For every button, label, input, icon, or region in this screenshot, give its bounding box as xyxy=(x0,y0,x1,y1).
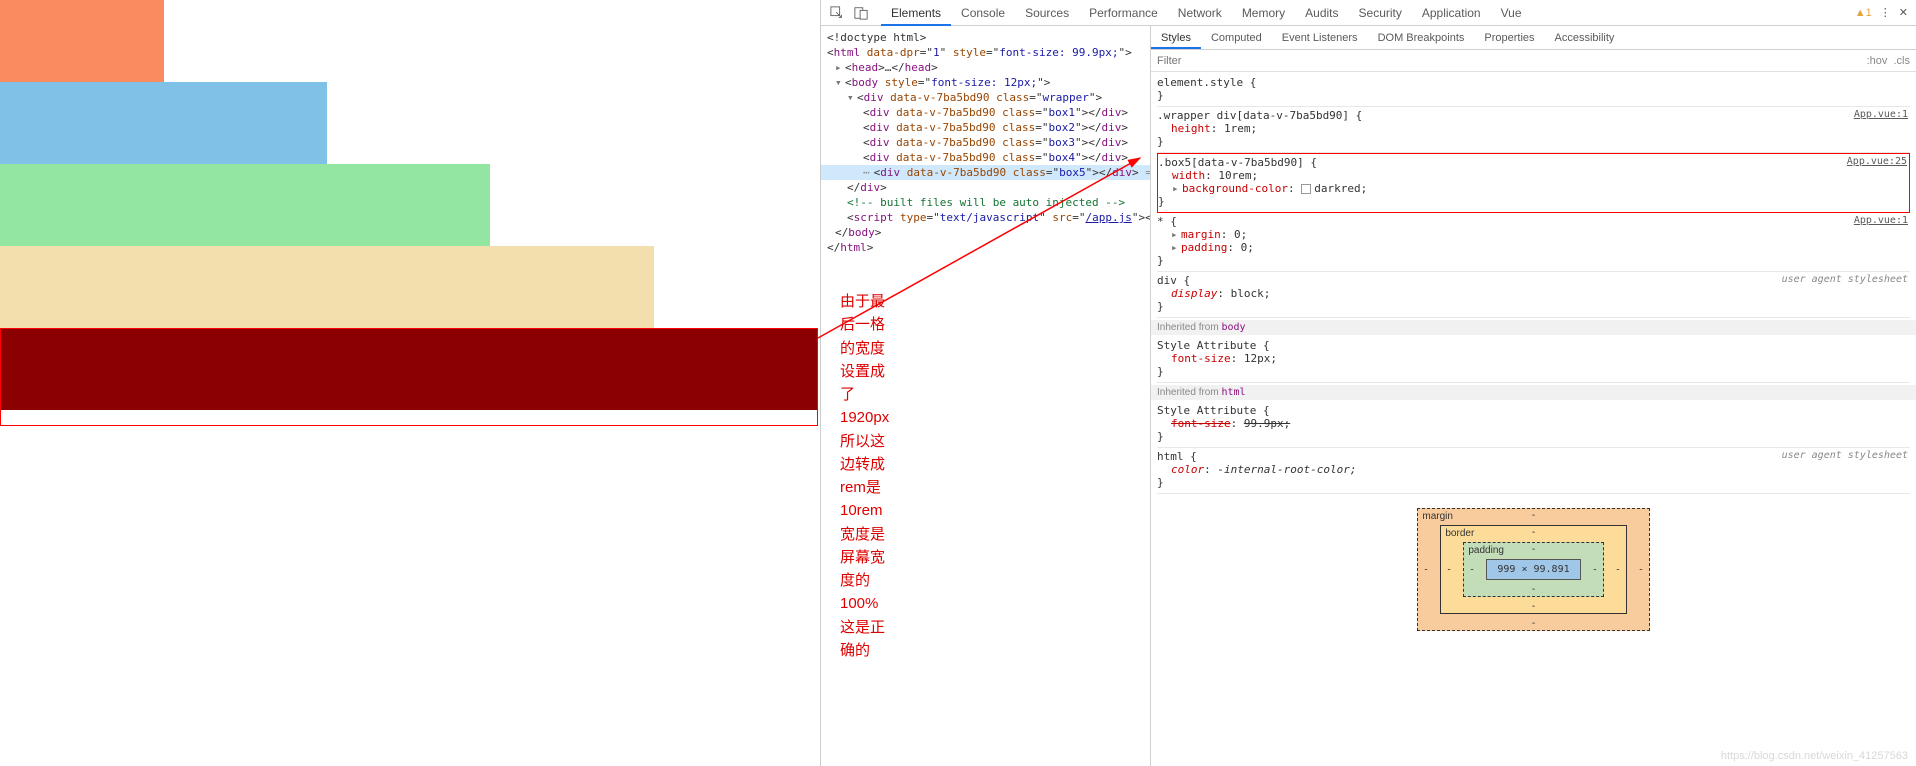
tab-application[interactable]: Application xyxy=(1412,0,1491,26)
cls-toggle[interactable]: .cls xyxy=(1894,55,1911,67)
rule-html-ua[interactable]: user agent stylesheet html { color: -int… xyxy=(1157,448,1910,494)
styles-sub-tabs: Styles Computed Event Listeners DOM Brea… xyxy=(1151,26,1916,50)
tab-performance[interactable]: Performance xyxy=(1079,0,1168,26)
hov-toggle[interactable]: :hov xyxy=(1867,55,1888,67)
tab-security[interactable]: Security xyxy=(1349,0,1412,26)
warning-badge[interactable]: ▲1 xyxy=(1855,7,1872,19)
tab-vue[interactable]: Vue xyxy=(1491,0,1532,26)
inherited-from-html: Inherited from html xyxy=(1151,385,1916,400)
devtools-main-tabs: Elements Console Sources Performance Net… xyxy=(881,0,1855,26)
box4 xyxy=(0,246,654,328)
rule-body-style-attr[interactable]: Style Attribute { font-size: 12px; } xyxy=(1157,337,1910,383)
tab-memory[interactable]: Memory xyxy=(1232,0,1295,26)
styles-filter-input[interactable] xyxy=(1157,55,1277,67)
watermark: https://blog.csdn.net/weixin_41257563 xyxy=(1721,750,1908,762)
box3 xyxy=(0,164,490,246)
stab-styles[interactable]: Styles xyxy=(1151,26,1201,49)
rule-box5[interactable]: App.vue:25 .box5[data-v-7ba5bd90] { widt… xyxy=(1157,153,1910,213)
stab-accessibility[interactable]: Accessibility xyxy=(1545,26,1625,49)
selected-dom-node[interactable]: <div data-v-7ba5bd90 class="box5"></div>… xyxy=(821,165,1150,180)
rule-universal[interactable]: App.vue:1 * { ▸margin: 0; ▸padding: 0; } xyxy=(1157,213,1910,272)
stab-computed[interactable]: Computed xyxy=(1201,26,1272,49)
tab-network[interactable]: Network xyxy=(1168,0,1232,26)
rendered-page-preview: 由于最后一格的宽度设置成了1920px 所以这边转成rem是10rem 宽度是屏… xyxy=(0,0,820,766)
inherited-from-body: Inherited from body xyxy=(1151,320,1916,335)
tab-console[interactable]: Console xyxy=(951,0,1015,26)
rule-element-style[interactable]: element.style { } xyxy=(1157,74,1910,107)
devtools-toolbar: Elements Console Sources Performance Net… xyxy=(821,0,1916,26)
kebab-menu-icon[interactable]: ⋮ xyxy=(1880,6,1891,19)
tab-sources[interactable]: Sources xyxy=(1015,0,1079,26)
tab-elements[interactable]: Elements xyxy=(881,0,951,26)
box1 xyxy=(0,0,164,82)
inspect-element-icon[interactable] xyxy=(829,5,845,21)
styles-panel: Styles Computed Event Listeners DOM Brea… xyxy=(1151,26,1916,766)
stab-event-listeners[interactable]: Event Listeners xyxy=(1272,26,1368,49)
box5 xyxy=(0,328,818,410)
rule-div-ua[interactable]: user agent stylesheet div { display: blo… xyxy=(1157,272,1910,318)
close-icon[interactable]: ✕ xyxy=(1899,6,1908,19)
rule-html-style-attr[interactable]: Style Attribute { font-size: 99.9px; } xyxy=(1157,402,1910,448)
devtools-panel: Elements Console Sources Performance Net… xyxy=(820,0,1916,766)
device-toolbar-icon[interactable] xyxy=(853,5,869,21)
box-model-content-size: 999 × 99.891 xyxy=(1486,559,1580,580)
box2 xyxy=(0,82,327,164)
box-model-diagram[interactable]: margin ---- border ---- padding ---- 999… xyxy=(1151,496,1916,643)
stab-dom-breakpoints[interactable]: DOM Breakpoints xyxy=(1368,26,1475,49)
rule-wrapper-div[interactable]: App.vue:1 .wrapper div[data-v-7ba5bd90] … xyxy=(1157,107,1910,153)
stab-properties[interactable]: Properties xyxy=(1474,26,1544,49)
tab-audits[interactable]: Audits xyxy=(1295,0,1348,26)
annotation-text: 由于最后一格的宽度设置成了1920px 所以这边转成rem是10rem 宽度是屏… xyxy=(840,290,889,662)
